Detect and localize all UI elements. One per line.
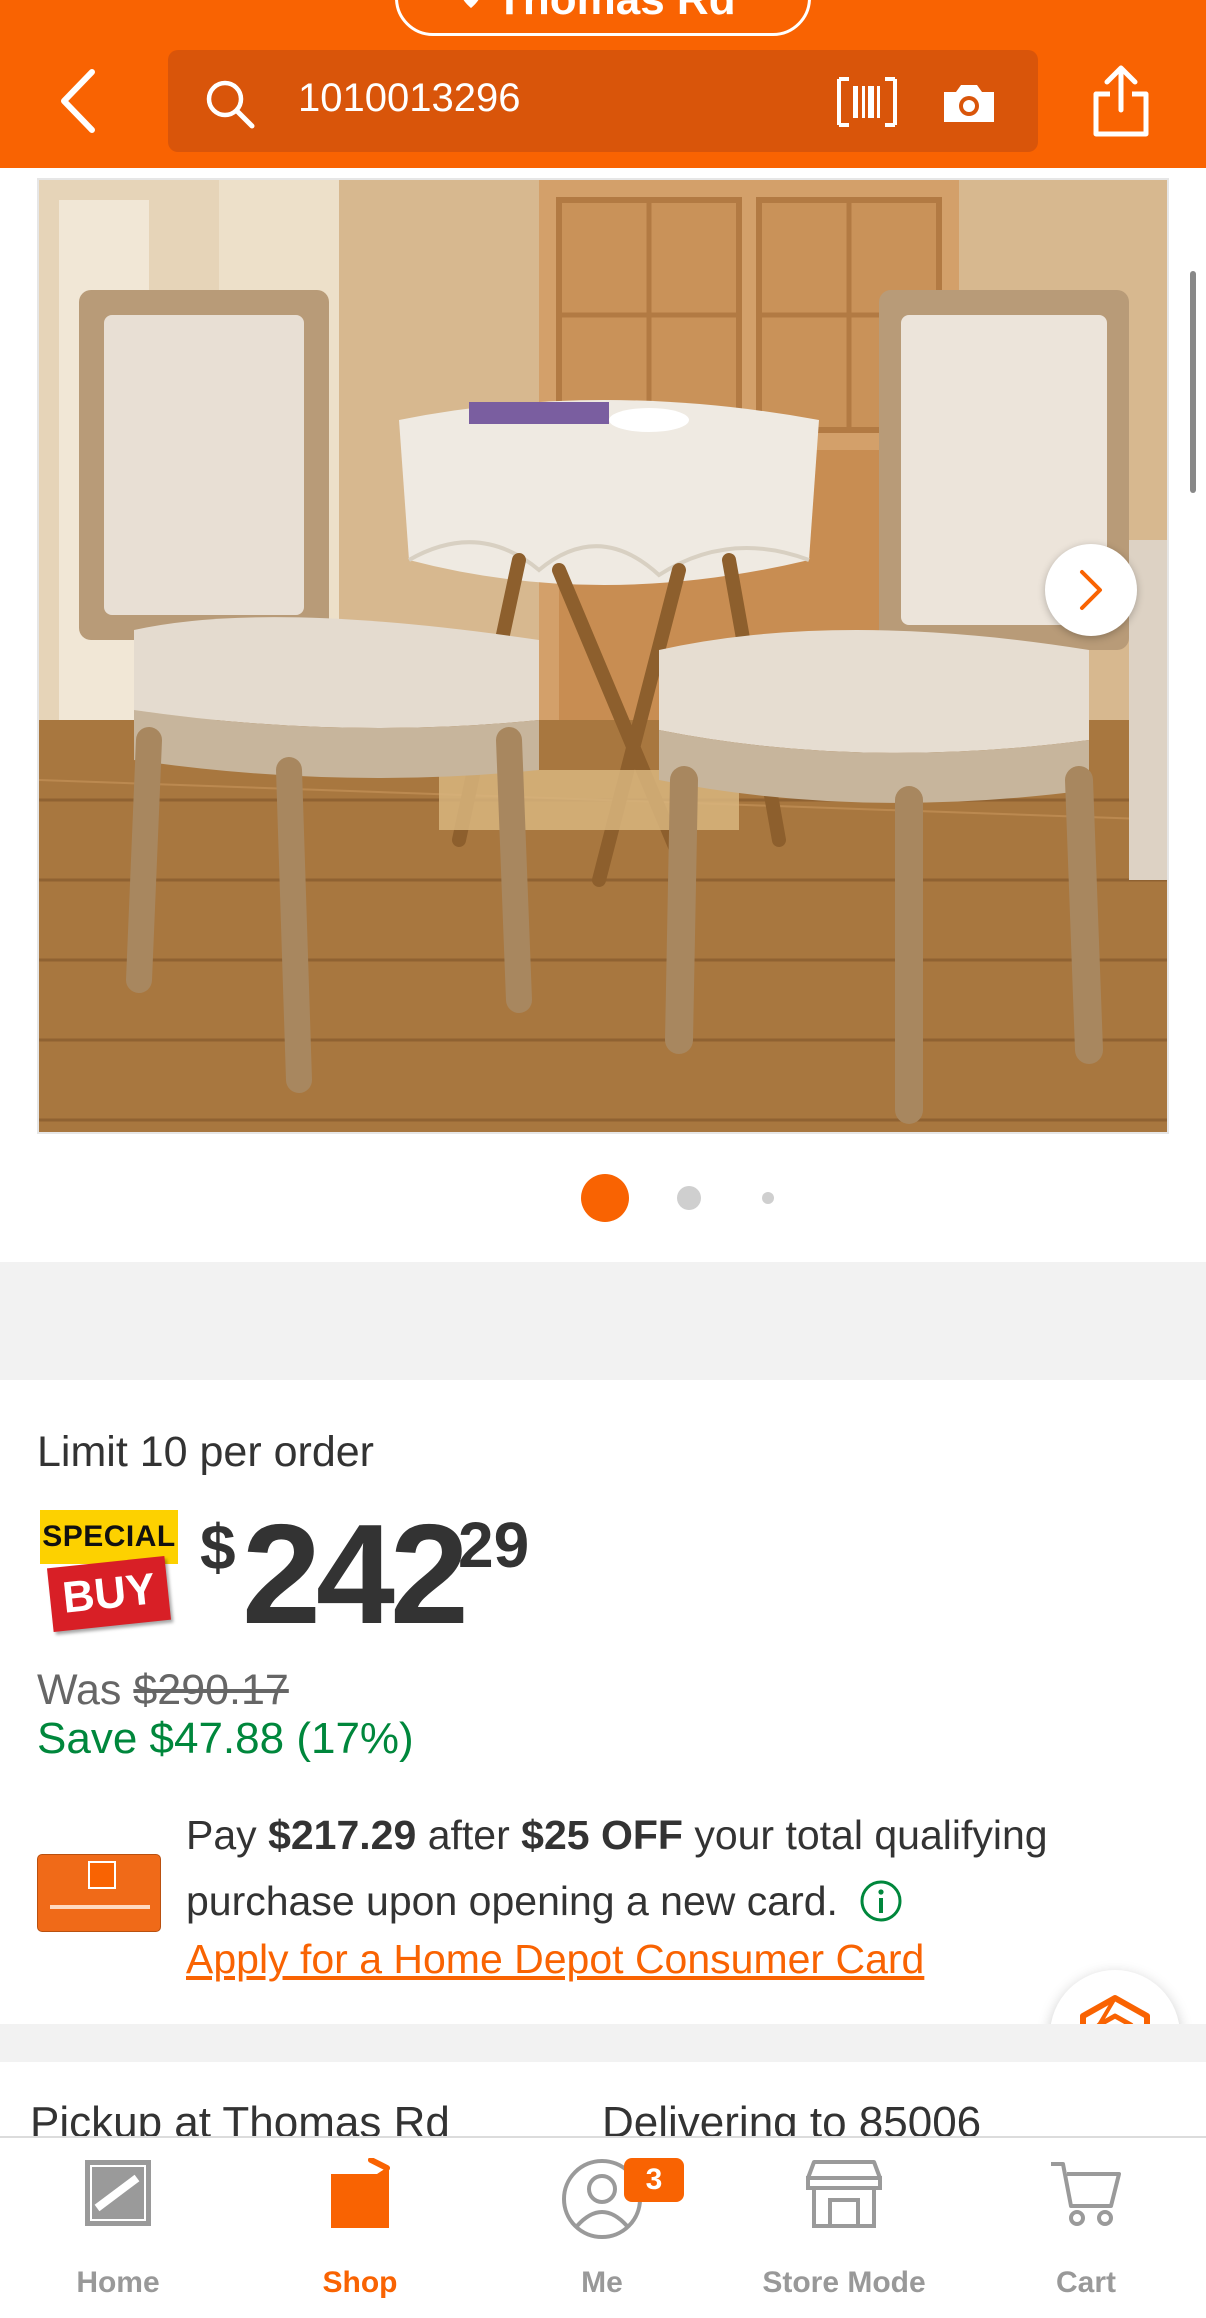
store-icon xyxy=(806,2160,882,2228)
next-image-button[interactable] xyxy=(1045,544,1137,636)
price-whole: 242 xyxy=(242,1495,469,1654)
gallery-dot-1[interactable] xyxy=(581,1174,629,1222)
search-bar[interactable]: 1010013296 xyxy=(168,50,1038,152)
gallery-dot-3[interactable] xyxy=(762,1192,774,1204)
savings-text: Save $47.88 (17%) xyxy=(37,1714,414,1763)
back-button[interactable] xyxy=(48,62,108,140)
back-arrow-icon xyxy=(61,69,95,133)
price-currency: $ xyxy=(200,1511,236,1583)
special-buy-badge: SPECIAL BUY xyxy=(40,1510,178,1638)
tab-cart-label: Cart xyxy=(1055,2266,1116,2299)
promo-pay: Pay xyxy=(186,1812,257,1858)
bottom-tab-bar: Home Shop 3 Me Store Mode Cart xyxy=(0,2136,1206,2318)
tab-home-label: Home xyxy=(76,2266,160,2299)
price-section: Limit 10 per order SPECIAL BUY $ 242 29 … xyxy=(0,1380,1206,2024)
credit-card-image xyxy=(37,1854,161,1932)
barcode-icon[interactable] xyxy=(836,76,898,128)
special-badge-bottom: BUY xyxy=(46,1556,172,1632)
was-price-value: $290.17 xyxy=(133,1666,289,1714)
dining-chairs-image xyxy=(39,180,1167,1132)
home-depot-logo-icon xyxy=(88,1861,116,1889)
store-name: Thomas Rd xyxy=(496,0,736,25)
product-image-gallery[interactable] xyxy=(0,168,1206,1262)
was-price: Was $290.17 xyxy=(37,1666,289,1715)
was-label: Was xyxy=(37,1666,122,1714)
delivery-option[interactable]: Delivering to 85006 xyxy=(602,2098,981,2136)
home-depot-logo-icon xyxy=(85,2160,151,2226)
share-button[interactable] xyxy=(1090,62,1152,140)
share-icon xyxy=(1093,65,1149,137)
tab-me[interactable]: 3 Me xyxy=(502,2138,702,2318)
tab-store-mode[interactable]: Store Mode xyxy=(744,2138,944,2318)
scrollbar-thumb[interactable] xyxy=(1190,271,1196,493)
order-limit-text: Limit 10 per order xyxy=(37,1428,374,1476)
search-icon xyxy=(206,80,255,129)
tab-cart[interactable]: Cart xyxy=(986,2138,1186,2318)
shop-bag-icon xyxy=(331,2158,390,2228)
search-query[interactable]: 1010013296 xyxy=(298,76,520,121)
app-header: Thomas Rd 1010013296 xyxy=(0,0,1206,168)
pickup-option[interactable]: Pickup at Thomas Rd xyxy=(30,2098,450,2136)
info-icon[interactable] xyxy=(859,1879,903,1923)
fulfillment-options: Pickup at Thomas Rd Delivering to 85006 xyxy=(0,2062,1206,2136)
section-divider-2 xyxy=(0,2024,1206,2062)
store-selector[interactable]: Thomas Rd xyxy=(395,0,811,36)
promo-after: after xyxy=(427,1812,510,1858)
tab-shop[interactable]: Shop xyxy=(260,2138,460,2318)
product-photo[interactable] xyxy=(37,178,1169,1134)
section-divider xyxy=(0,1262,1206,1380)
tab-home[interactable]: Home xyxy=(18,2138,218,2318)
card-promo-text: Pay $217.29 after $25 OFF your total qua… xyxy=(186,1802,1146,1934)
camera-icon[interactable] xyxy=(940,80,998,126)
price-cents: 29 xyxy=(458,1509,530,1581)
promo-discount: $25 OFF xyxy=(521,1812,683,1858)
tab-store-mode-label: Store Mode xyxy=(762,2266,926,2299)
tab-me-label: Me xyxy=(581,2266,623,2299)
promo-pay-amount: $217.29 xyxy=(268,1812,417,1858)
cart-icon xyxy=(1051,2162,1121,2226)
me-notification-badge: 3 xyxy=(624,2158,684,2202)
tab-shop-label: Shop xyxy=(322,2266,398,2299)
chevron-right-icon xyxy=(1080,570,1102,610)
gallery-dot-2[interactable] xyxy=(677,1186,701,1210)
apply-card-link[interactable]: Apply for a Home Depot Consumer Card xyxy=(186,1936,924,1983)
location-pin-icon xyxy=(463,0,479,8)
